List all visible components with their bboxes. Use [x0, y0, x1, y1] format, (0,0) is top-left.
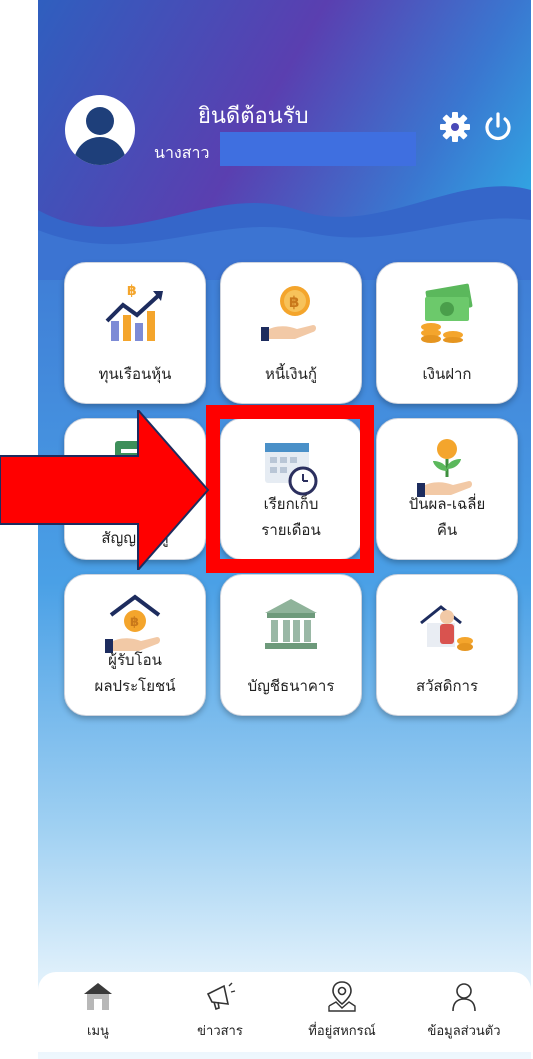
user-name-redacted [220, 132, 416, 166]
gear-icon [440, 112, 470, 142]
user-avatar-icon [73, 107, 127, 165]
menu-item-label-line1: ผู้รับโอน [108, 651, 162, 669]
menu-item-deposits[interactable]: เงินฝาก [376, 262, 518, 404]
nav-item-profile[interactable]: ข้อมูลส่วนตัว [404, 972, 524, 1052]
bottom-nav: เมนู ข่าวสาร ที่อยู่สหกรณ์ ข้อมูลส่วนตัว [38, 972, 531, 1052]
pointer-arrow [0, 410, 210, 570]
bank-icon [265, 599, 317, 649]
map-pin-icon [328, 981, 356, 1012]
megaphone-icon [206, 982, 236, 1011]
nav-item-news[interactable]: ข่าวสาร [160, 972, 280, 1052]
nav-label: เมนู [87, 1024, 109, 1039]
house-coin-icon: ฿ [105, 594, 161, 653]
menu-item-loans[interactable]: ฿ หนี้เงินกู้ [220, 262, 362, 404]
power-icon [485, 112, 511, 141]
nav-item-menu[interactable]: เมนู [38, 972, 158, 1052]
welfare-icon [420, 605, 473, 651]
menu-item-welfare[interactable]: สวัสดิการ [376, 574, 518, 716]
stock-growth-icon: ฿ [105, 283, 163, 341]
menu-item-label-line1: ปันผล-เฉลี่ย [408, 495, 486, 513]
menu-item-dividend[interactable]: ปันผล-เฉลี่ย คืน [376, 418, 518, 560]
menu-item-label-line2: คืน [436, 521, 458, 539]
menu-item-shares[interactable]: ฿ ทุนเรือนหุ้น [64, 262, 206, 404]
menu-item-label: หนี้เงินกู้ [265, 365, 317, 383]
svg-text:฿: ฿ [130, 615, 139, 630]
nav-label: ข้อมูลส่วนตัว [427, 1024, 501, 1039]
menu-item-label: ทุนเรือนหุ้น [98, 365, 172, 383]
name-prefix: นางสาว [154, 143, 210, 162]
menu-item-label-line2: ผลประโยชน์ [94, 677, 176, 695]
menu-item-label: บัญชีธนาคาร [247, 677, 335, 695]
nav-label: ที่อยู่สหกรณ์ [308, 1024, 376, 1039]
home-icon [84, 983, 112, 1010]
coin-hand-icon: ฿ [261, 286, 316, 341]
settings-button[interactable] [438, 110, 472, 144]
person-icon [452, 983, 476, 1012]
svg-text:฿: ฿ [289, 293, 299, 311]
menu-item-label: เงินฝาก [422, 365, 472, 383]
menu-item-bank-account[interactable]: บัญชีธนาคาร [220, 574, 362, 716]
welcome-text: ยินดีต้อนรับ [198, 104, 309, 129]
logout-button[interactable] [481, 110, 515, 144]
menu-item-beneficiary[interactable]: ฿ ผู้รับโอน ผลประโยชน์ [64, 574, 206, 716]
plant-coin-icon [417, 439, 472, 497]
menu-item-label: สวัสดิการ [415, 677, 479, 695]
money-stack-icon [421, 283, 473, 343]
highlight-box [206, 405, 374, 573]
avatar[interactable] [65, 95, 135, 165]
svg-text:฿: ฿ [127, 283, 137, 299]
nav-label: ข่าวสาร [197, 1024, 243, 1039]
nav-item-location[interactable]: ที่อยู่สหกรณ์ [282, 972, 402, 1052]
header-wave [38, 186, 531, 280]
